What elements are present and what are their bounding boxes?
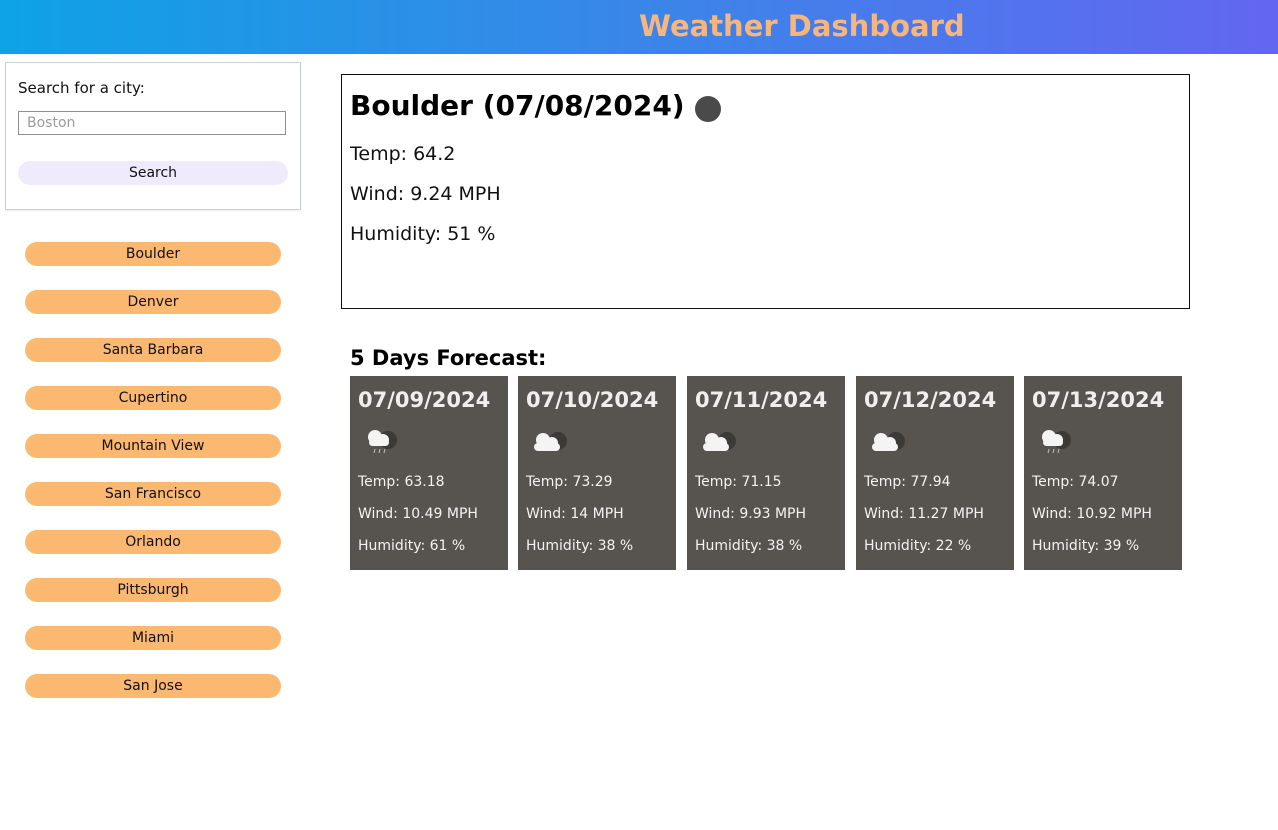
forecast-temp: Temp: 63.18	[358, 474, 445, 490]
current-humidity: Humidity: 51 %	[350, 223, 496, 245]
forecast-card: 07/13/2024 Temp: 74.07 Wind: 10.92 MPH H…	[1024, 376, 1182, 570]
history-city-button[interactable]: Boulder	[25, 242, 281, 266]
current-temp: Temp: 64.2	[350, 143, 456, 165]
city-search-input[interactable]	[18, 111, 286, 135]
forecast-wind: Wind: 10.49 MPH	[358, 506, 478, 522]
current-city-title: Boulder (07/08/2024)	[350, 89, 685, 122]
forecast-humidity: Humidity: 61 %	[358, 538, 466, 554]
forecast-card: 07/12/2024 Temp: 77.94 Wind: 11.27 MPH H…	[856, 376, 1014, 570]
forecast-wind: Wind: 9.93 MPH	[695, 506, 807, 522]
forecast-heading: 5 Days Forecast:	[350, 346, 547, 370]
history-city-button[interactable]: Santa Barbara	[25, 338, 281, 362]
forecast-wind: Wind: 14 MPH	[526, 506, 624, 522]
cloud-rain-icon	[368, 430, 397, 454]
forecast-temp: Temp: 73.29	[526, 474, 613, 490]
search-panel: Search for a city: Search	[5, 62, 301, 210]
current-weather-card: Boulder (07/08/2024) Temp: 64.2 Wind: 9.…	[341, 74, 1190, 309]
forecast-date: 07/13/2024	[1032, 388, 1165, 412]
forecast-humidity: Humidity: 38 %	[526, 538, 634, 554]
forecast-humidity: Humidity: 39 %	[1032, 538, 1140, 554]
forecast-date: 07/09/2024	[358, 388, 491, 412]
search-history-list: Boulder Denver Santa Barbara Cupertino M…	[25, 242, 281, 722]
forecast-humidity: Humidity: 22 %	[864, 538, 972, 554]
forecast-card: 07/10/2024 Temp: 73.29 Wind: 14 MPH Humi…	[518, 376, 676, 570]
cloud-icon	[534, 432, 567, 451]
cloud-rain-icon	[1042, 430, 1071, 454]
forecast-humidity: Humidity: 38 %	[695, 538, 803, 554]
history-city-button[interactable]: Denver	[25, 290, 281, 314]
forecast-date: 07/11/2024	[695, 388, 828, 412]
forecast-wind: Wind: 11.27 MPH	[864, 506, 984, 522]
forecast-card: 07/11/2024 Temp: 71.15 Wind: 9.93 MPH Hu…	[687, 376, 845, 570]
page-title: Weather Dashboard	[639, 9, 965, 43]
forecast-date: 07/12/2024	[864, 388, 997, 412]
search-label: Search for a city:	[18, 79, 145, 97]
history-city-button[interactable]: San Jose	[25, 674, 281, 698]
forecast-temp: Temp: 74.07	[1032, 474, 1119, 490]
forecast-temp: Temp: 77.94	[864, 474, 951, 490]
weather-icon-placeholder	[695, 96, 721, 122]
history-city-button[interactable]: Pittsburgh	[25, 578, 281, 602]
history-city-button[interactable]: Mountain View	[25, 434, 281, 458]
forecast-card: 07/09/2024 Temp: 63.18 Wind: 10.49 MPH H…	[350, 376, 508, 570]
history-city-button[interactable]: Orlando	[25, 530, 281, 554]
search-button[interactable]: Search	[18, 161, 288, 185]
forecast-wind: Wind: 10.92 MPH	[1032, 506, 1152, 522]
current-wind: Wind: 9.24 MPH	[350, 183, 501, 205]
forecast-temp: Temp: 71.15	[695, 474, 782, 490]
history-city-button[interactable]: Miami	[25, 626, 281, 650]
history-city-button[interactable]: Cupertino	[25, 386, 281, 410]
cloud-icon	[872, 432, 905, 451]
app-header: Weather Dashboard	[0, 0, 1278, 54]
cloud-icon	[703, 432, 736, 451]
history-city-button[interactable]: San Francisco	[25, 482, 281, 506]
forecast-date: 07/10/2024	[526, 388, 659, 412]
